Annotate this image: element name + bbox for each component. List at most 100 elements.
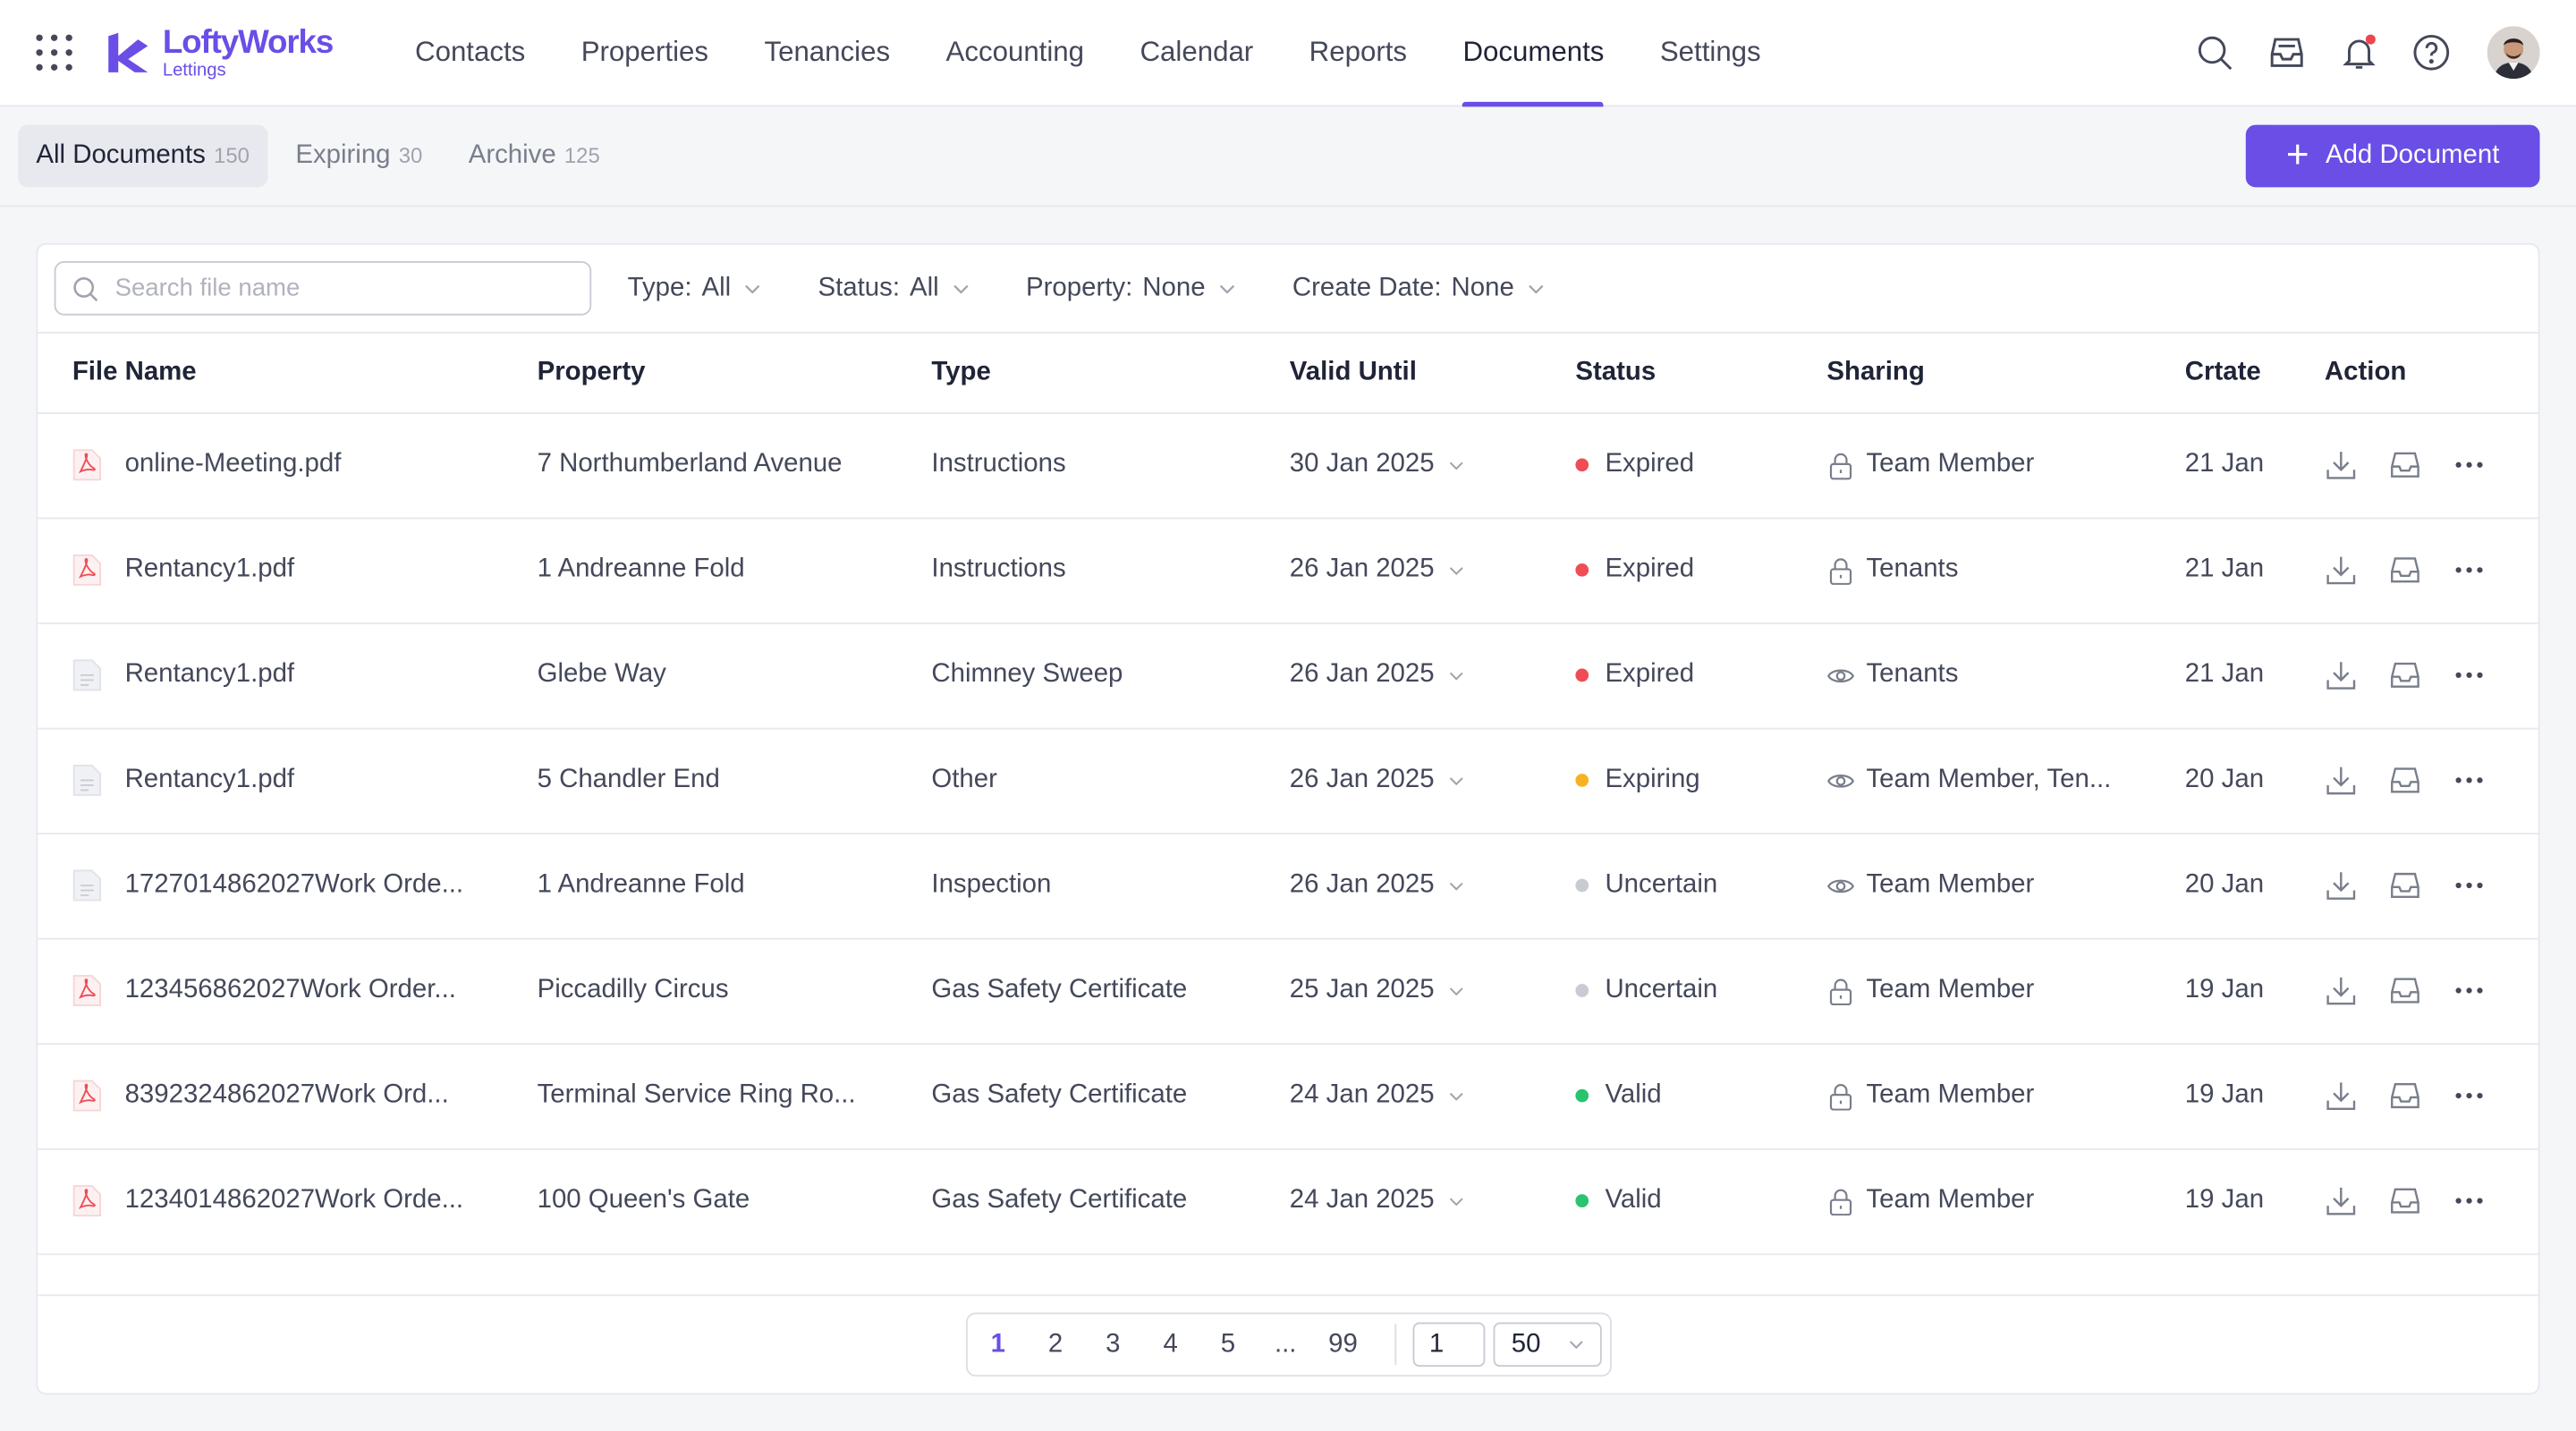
more-icon[interactable] xyxy=(2453,659,2486,692)
sharing-cell: Team Member xyxy=(1792,412,2151,519)
brand-sub: Lettings xyxy=(162,60,226,80)
sharing-cell: Tenants xyxy=(1792,622,2151,729)
sharing-info: Team Member xyxy=(1826,1081,2150,1111)
page-1[interactable]: 1 xyxy=(970,1330,1027,1359)
type-cell: Gas Safety Certificate xyxy=(896,1043,1256,1149)
page-ellipsis: ... xyxy=(1274,1329,1297,1359)
nav-link-properties[interactable]: Properties xyxy=(553,0,736,106)
archive-icon[interactable] xyxy=(2389,659,2422,692)
download-icon[interactable] xyxy=(2325,974,2358,1007)
sharing-text: Tenants xyxy=(1866,555,1959,584)
tab-all-documents[interactable]: All Documents 150 xyxy=(18,124,268,188)
nav-link-documents[interactable]: Documents xyxy=(1435,0,1631,108)
archive-icon[interactable] xyxy=(2389,974,2422,1007)
more-icon[interactable] xyxy=(2453,448,2486,481)
download-icon[interactable] xyxy=(2325,869,2358,902)
help-icon[interactable] xyxy=(2411,33,2451,72)
valid-until-dropdown[interactable]: 25 Jan 2025 xyxy=(1290,976,1541,1005)
table-row[interactable]: 123456862027Work Order... Piccadilly Circ… xyxy=(38,937,2538,1045)
user-avatar[interactable] xyxy=(2487,26,2540,80)
chevron-down-icon xyxy=(1435,1087,1466,1105)
nav-link-reports[interactable]: Reports xyxy=(1281,0,1435,106)
tab-archive[interactable]: Archive 125 xyxy=(451,125,618,188)
file-name-cell: Rentancy1.pdf xyxy=(38,727,504,834)
filter-status[interactable]: Status: All xyxy=(818,274,970,303)
page-5[interactable]: 5 xyxy=(1199,1330,1257,1359)
table-row[interactable]: Rentancy1.pdf 1 Andreanne Fold Instruction… xyxy=(38,517,2538,624)
valid-until-dropdown[interactable]: 26 Jan 2025 xyxy=(1290,555,1541,585)
more-icon[interactable] xyxy=(2453,554,2486,587)
more-icon[interactable] xyxy=(2453,974,2486,1007)
more-icon[interactable] xyxy=(2453,869,2486,902)
chevron-down-icon xyxy=(1435,771,1466,789)
table-header: File Name Property Type Valid Until Status Sh… xyxy=(38,333,2538,413)
lock-icon xyxy=(1826,1187,1866,1215)
app-grid-icon[interactable] xyxy=(36,34,72,71)
nav-link-contacts[interactable]: Contacts xyxy=(387,0,554,106)
table-row[interactable]: 1727014862027Work Orde... 1 Andreanne Fol… xyxy=(38,833,2538,939)
file-name[interactable]: Rentancy1.pdf xyxy=(72,554,503,587)
status-badge: Uncertain xyxy=(1575,976,1792,1005)
nav-link-tenancies[interactable]: Tenancies xyxy=(736,0,918,106)
document-file-icon xyxy=(72,764,102,797)
file-name[interactable]: 1234014862027Work Orde... xyxy=(72,1184,503,1217)
nav-link-accounting[interactable]: Accounting xyxy=(918,0,1112,106)
filter-type[interactable]: Type: All xyxy=(628,274,762,303)
nav-link-settings[interactable]: Settings xyxy=(1632,0,1789,106)
inbox-icon[interactable] xyxy=(2267,33,2307,72)
table-row[interactable]: 8392324862027Work Ord... Terminal Service… xyxy=(38,1043,2538,1149)
page-3[interactable]: 3 xyxy=(1084,1330,1141,1359)
search-input[interactable] xyxy=(114,274,559,302)
download-icon[interactable] xyxy=(2325,1184,2358,1217)
brand-logo[interactable]: LoftyWorks Lettings xyxy=(106,25,334,80)
documents-card: Type:All Status:All Property:None Create Da… xyxy=(36,242,2540,1395)
file-name[interactable]: 1727014862027Work Orde... xyxy=(72,869,503,902)
archive-icon[interactable] xyxy=(2389,1080,2422,1113)
download-icon[interactable] xyxy=(2325,448,2358,481)
valid-until-dropdown[interactable]: 24 Jan 2025 xyxy=(1290,1081,1541,1111)
file-name[interactable]: online-Meeting.pdf xyxy=(72,448,503,481)
download-icon[interactable] xyxy=(2325,764,2358,797)
archive-icon[interactable] xyxy=(2389,448,2422,481)
file-name[interactable]: 8392324862027Work Ord... xyxy=(72,1080,503,1113)
download-icon[interactable] xyxy=(2325,554,2358,587)
table-row[interactable]: online-Meeting.pdf 7 Northumberland Avenu… xyxy=(38,412,2538,519)
filter-create-date[interactable]: Create Date: None xyxy=(1292,274,1546,303)
valid-until-dropdown[interactable]: 26 Jan 2025 xyxy=(1290,870,1541,900)
bell-icon[interactable] xyxy=(2339,33,2378,72)
valid-until-dropdown[interactable]: 26 Jan 2025 xyxy=(1290,660,1541,690)
archive-icon[interactable] xyxy=(2389,764,2422,797)
table-row[interactable]: Rentancy1.pdf Glebe Way Chimney Sweep 26 Ja… xyxy=(38,622,2538,729)
file-name[interactable]: Rentancy1.pdf xyxy=(72,764,503,797)
archive-icon[interactable] xyxy=(2389,554,2422,587)
file-name-text: 1727014862027Work Orde... xyxy=(124,870,464,899)
sharing-info: Tenants xyxy=(1826,660,2150,690)
sharing-info: Team Member xyxy=(1826,1186,2150,1215)
more-icon[interactable] xyxy=(2453,1080,2486,1113)
table-row[interactable]: 1234014862027Work Orde... 100 Queen's Gat… xyxy=(38,1147,2538,1255)
archive-icon[interactable] xyxy=(2389,1184,2422,1217)
more-icon[interactable] xyxy=(2453,764,2486,797)
page-2[interactable]: 2 xyxy=(1027,1330,1084,1359)
file-name[interactable]: Rentancy1.pdf xyxy=(72,659,503,692)
download-icon[interactable] xyxy=(2325,659,2358,692)
search-box[interactable] xyxy=(54,261,592,316)
page-99[interactable]: 99 xyxy=(1314,1330,1371,1359)
page-4[interactable]: 4 xyxy=(1142,1330,1199,1359)
archive-icon[interactable] xyxy=(2389,869,2422,902)
page-size-select[interactable]: 50 xyxy=(1493,1322,1602,1367)
filter-property[interactable]: Property: None xyxy=(1026,274,1236,303)
nav-link-calendar[interactable]: Calendar xyxy=(1112,0,1281,106)
tab-expiring[interactable]: Expiring 30 xyxy=(277,125,440,188)
table-row[interactable]: Rentancy1.pdf 5 Chandler End Other 26 Jan 2… xyxy=(38,727,2538,834)
add-document-button[interactable]: + Add Document xyxy=(2245,124,2540,188)
column-header-crtate: Crtate xyxy=(2150,333,2291,413)
valid-until-dropdown[interactable]: 26 Jan 2025 xyxy=(1290,766,1541,795)
search-icon[interactable] xyxy=(2195,33,2234,72)
valid-until-dropdown[interactable]: 24 Jan 2025 xyxy=(1290,1186,1541,1215)
more-icon[interactable] xyxy=(2453,1184,2486,1217)
valid-until-dropdown[interactable]: 30 Jan 2025 xyxy=(1290,450,1541,479)
file-name[interactable]: 123456862027Work Order... xyxy=(72,974,503,1007)
goto-page-input[interactable]: 1 xyxy=(1412,1322,1486,1367)
download-icon[interactable] xyxy=(2325,1080,2358,1113)
